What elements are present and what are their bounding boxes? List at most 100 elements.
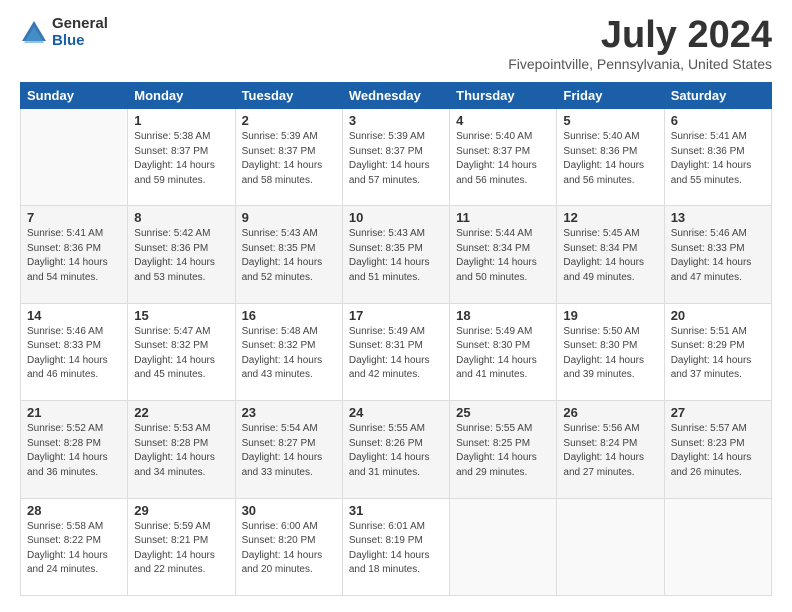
day-info: Sunrise: 5:48 AM Sunset: 8:32 PM Dayligh… [242,325,336,383]
day-number: 24 [349,405,443,420]
calendar-cell: 1 Sunrise: 5:38 AM Sunset: 8:37 PM Daylig… [128,109,235,206]
calendar-cell: 2Sunrise: 5:39 AM Sunset: 8:37 PM Daylig… [235,109,342,206]
logo: General Blue [20,16,108,49]
day-info: Sunrise: 5:54 AM Sunset: 8:27 PM Dayligh… [242,422,336,480]
calendar-cell: 8 Sunrise: 5:42 AM Sunset: 8:36 PM Daylig… [128,206,235,303]
week-row: 7 Sunrise: 5:41 AM Sunset: 8:36 PM Daylig… [21,206,772,303]
calendar-cell: 27 Sunrise: 5:57 AM Sunset: 8:23 PM Dayli… [664,401,771,498]
day-number: 25 [456,405,550,420]
logo-general: General [52,16,108,33]
header-day: Wednesday [342,83,449,109]
logo-text: General Blue [52,16,108,49]
week-row: 14 Sunrise: 5:46 AM Sunset: 8:33 PM Dayli… [21,303,772,400]
day-number: 6 [671,113,765,128]
day-info: Sunrise: 5:40 AM Sunset: 8:37 PM Dayligh… [456,130,550,188]
day-info: Sunrise: 5:56 AM Sunset: 8:24 PM Dayligh… [563,422,657,480]
calendar-cell: 15 Sunrise: 5:47 AM Sunset: 8:32 PM Dayli… [128,303,235,400]
day-info: Sunrise: 5:57 AM Sunset: 8:23 PM Dayligh… [671,422,765,480]
day-info: Sunrise: 5:50 AM Sunset: 8:30 PM Dayligh… [563,325,657,383]
day-info: Sunrise: 6:00 AM Sunset: 8:20 PM Dayligh… [242,520,336,578]
calendar-cell [450,498,557,595]
day-number: 11 [456,210,550,225]
day-info: Sunrise: 5:46 AM Sunset: 8:33 PM Dayligh… [671,227,765,285]
day-number: 17 [349,308,443,323]
day-number: 4 [456,113,550,128]
logo-icon [20,19,48,47]
header-day: Sunday [21,83,128,109]
calendar-cell: 6Sunrise: 5:41 AM Sunset: 8:36 PM Daylig… [664,109,771,206]
week-row: 21Sunrise: 5:52 AM Sunset: 8:28 PM Dayli… [21,401,772,498]
calendar-cell: 17Sunrise: 5:49 AM Sunset: 8:31 PM Dayli… [342,303,449,400]
day-number: 16 [242,308,336,323]
day-info: Sunrise: 5:59 AM Sunset: 8:21 PM Dayligh… [134,520,228,578]
header-day: Thursday [450,83,557,109]
day-info: Sunrise: 5:46 AM Sunset: 8:33 PM Dayligh… [27,325,121,383]
day-info: Sunrise: 5:49 AM Sunset: 8:30 PM Dayligh… [456,325,550,383]
day-info: Sunrise: 5:39 AM Sunset: 8:37 PM Dayligh… [349,130,443,188]
day-number: 19 [563,308,657,323]
month-title: July 2024 [508,16,772,54]
day-number: 31 [349,503,443,518]
calendar-cell: 14 Sunrise: 5:46 AM Sunset: 8:33 PM Dayli… [21,303,128,400]
day-number: 13 [671,210,765,225]
day-number: 15 [134,308,228,323]
day-info: Sunrise: 5:43 AM Sunset: 8:35 PM Dayligh… [349,227,443,285]
day-number: 2 [242,113,336,128]
header-day: Saturday [664,83,771,109]
day-info: Sunrise: 5:44 AM Sunset: 8:34 PM Dayligh… [456,227,550,285]
day-info: Sunrise: 6:01 AM Sunset: 8:19 PM Dayligh… [349,520,443,578]
day-number: 9 [242,210,336,225]
day-number: 23 [242,405,336,420]
day-number: 5 [563,113,657,128]
day-info: Sunrise: 5:45 AM Sunset: 8:34 PM Dayligh… [563,227,657,285]
day-number: 14 [27,308,121,323]
day-info: Sunrise: 5:53 AM Sunset: 8:28 PM Dayligh… [134,422,228,480]
day-number: 27 [671,405,765,420]
day-number: 8 [134,210,228,225]
calendar-cell: 16 Sunrise: 5:48 AM Sunset: 8:32 PM Dayli… [235,303,342,400]
calendar-cell: 11 Sunrise: 5:44 AM Sunset: 8:34 PM Dayli… [450,206,557,303]
day-info: Sunrise: 5:41 AM Sunset: 8:36 PM Dayligh… [27,227,121,285]
calendar-cell: 31 Sunrise: 6:01 AM Sunset: 8:19 PM Dayli… [342,498,449,595]
calendar-cell: 12 Sunrise: 5:45 AM Sunset: 8:34 PM Dayli… [557,206,664,303]
day-info: Sunrise: 5:55 AM Sunset: 8:25 PM Dayligh… [456,422,550,480]
day-info: Sunrise: 5:51 AM Sunset: 8:29 PM Dayligh… [671,325,765,383]
calendar-cell: 9Sunrise: 5:43 AM Sunset: 8:35 PM Daylig… [235,206,342,303]
title-section: July 2024 Fivepointville, Pennsylvania, … [508,16,772,72]
day-info: Sunrise: 5:58 AM Sunset: 8:22 PM Dayligh… [27,520,121,578]
day-info: Sunrise: 5:38 AM Sunset: 8:37 PM Dayligh… [134,130,228,188]
calendar-cell [21,109,128,206]
week-row: 1 Sunrise: 5:38 AM Sunset: 8:37 PM Daylig… [21,109,772,206]
day-number: 28 [27,503,121,518]
day-number: 10 [349,210,443,225]
day-number: 12 [563,210,657,225]
calendar-cell: 13 Sunrise: 5:46 AM Sunset: 8:33 PM Dayli… [664,206,771,303]
day-number: 7 [27,210,121,225]
day-info: Sunrise: 5:47 AM Sunset: 8:32 PM Dayligh… [134,325,228,383]
calendar-cell: 4 Sunrise: 5:40 AM Sunset: 8:37 PM Daylig… [450,109,557,206]
calendar-cell [664,498,771,595]
logo-blue: Blue [52,33,108,50]
day-number: 30 [242,503,336,518]
day-number: 1 [134,113,228,128]
calendar: SundayMondayTuesdayWednesdayThursdayFrid… [20,82,772,596]
calendar-cell [557,498,664,595]
header-day: Friday [557,83,664,109]
day-number: 18 [456,308,550,323]
day-number: 3 [349,113,443,128]
calendar-cell: 18 Sunrise: 5:49 AM Sunset: 8:30 PM Dayli… [450,303,557,400]
day-info: Sunrise: 5:42 AM Sunset: 8:36 PM Dayligh… [134,227,228,285]
calendar-cell: 30 Sunrise: 6:00 AM Sunset: 8:20 PM Dayli… [235,498,342,595]
header: General Blue July 2024 Fivepointville, P… [20,16,772,72]
day-number: 29 [134,503,228,518]
day-number: 21 [27,405,121,420]
day-number: 26 [563,405,657,420]
header-row: SundayMondayTuesdayWednesdayThursdayFrid… [21,83,772,109]
calendar-cell: 25 Sunrise: 5:55 AM Sunset: 8:25 PM Dayli… [450,401,557,498]
day-number: 22 [134,405,228,420]
header-day: Tuesday [235,83,342,109]
day-info: Sunrise: 5:55 AM Sunset: 8:26 PM Dayligh… [349,422,443,480]
calendar-cell: 19 Sunrise: 5:50 AM Sunset: 8:30 PM Dayli… [557,303,664,400]
calendar-cell: 7 Sunrise: 5:41 AM Sunset: 8:36 PM Daylig… [21,206,128,303]
calendar-cell: 10 Sunrise: 5:43 AM Sunset: 8:35 PM Dayli… [342,206,449,303]
